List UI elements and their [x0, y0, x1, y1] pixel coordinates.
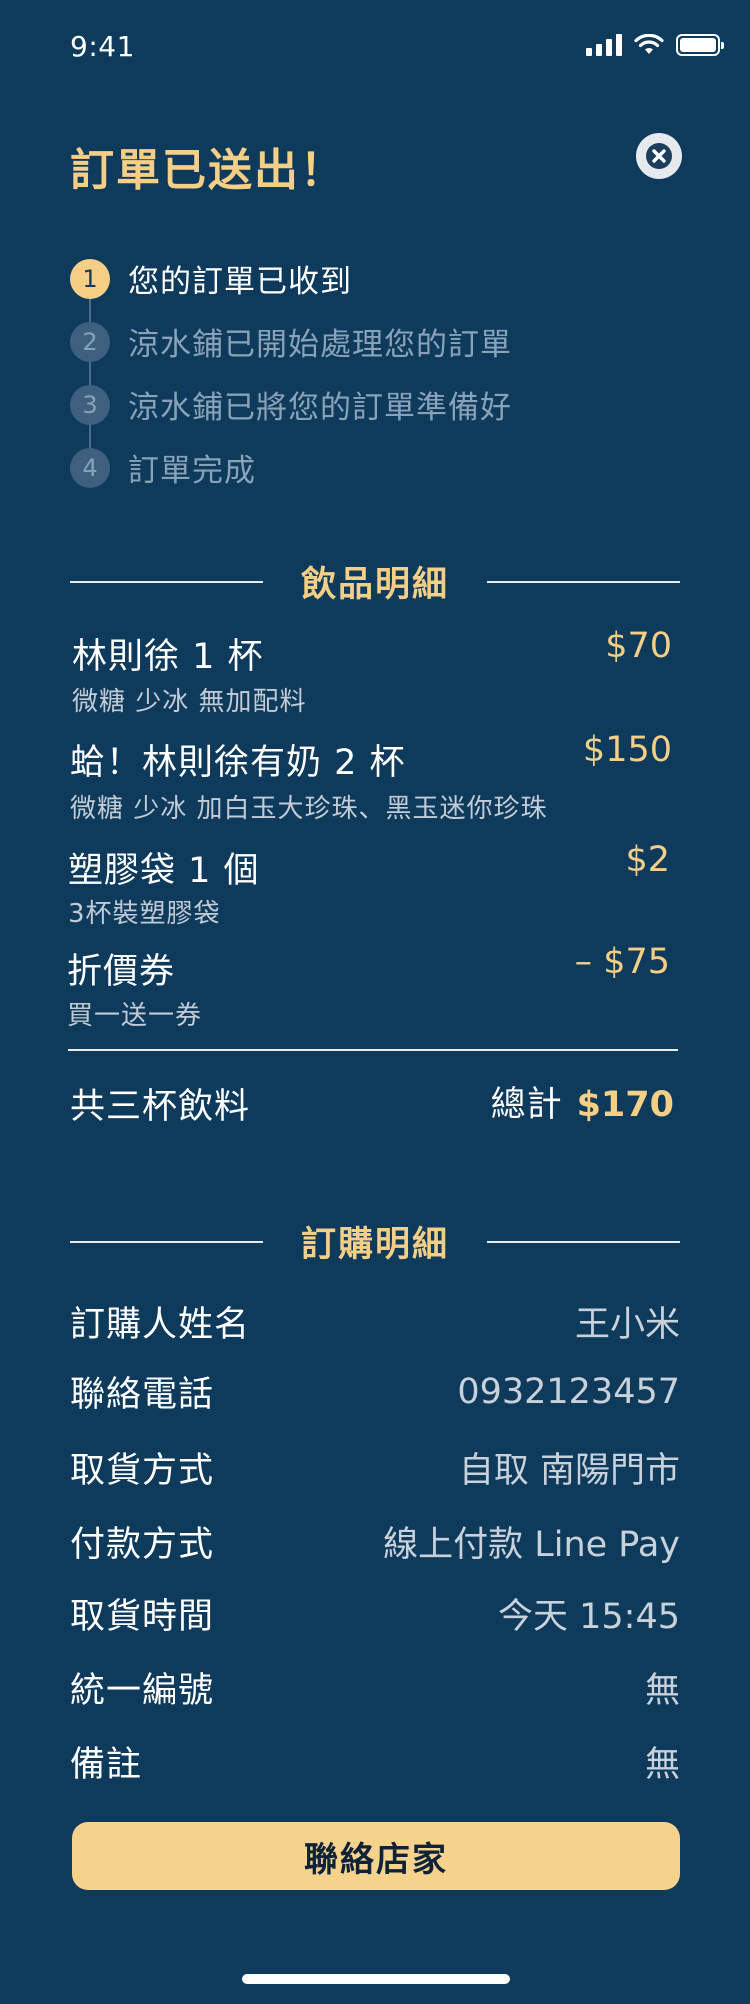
- item-desc: 微糖 少冰 加白玉大珍珠、黑玉迷你珍珠: [70, 794, 548, 824]
- info-label: 聯絡電話: [70, 1375, 215, 1415]
- info-label: 備註: [70, 1745, 143, 1785]
- item-desc: 3杯裝塑膠袋: [68, 899, 221, 929]
- info-row-phone: 聯絡電話 0932123457: [70, 1366, 680, 1417]
- info-label: 訂購人姓名: [70, 1305, 251, 1345]
- info-value: 線上付款 Line Pay: [383, 1525, 680, 1565]
- step-number: 4: [70, 447, 110, 488]
- info-value: 王小米: [574, 1305, 680, 1345]
- step-number: 3: [70, 384, 110, 425]
- info-row-pickup: 取貨方式 自取 南陽門市: [70, 1442, 680, 1493]
- info-row-tax-id: 統一編號 無: [70, 1662, 680, 1713]
- signal-icon: [586, 34, 622, 56]
- info-row-payment: 付款方式 線上付款 Line Pay: [70, 1516, 680, 1567]
- total-label: 總計: [490, 1085, 563, 1125]
- item-price: $150: [582, 730, 672, 770]
- steps-connector: [89, 275, 91, 465]
- status-time: 9:41: [70, 30, 135, 63]
- info-value: 0932123457: [457, 1371, 680, 1412]
- total: 總計 $170: [491, 1076, 674, 1127]
- info-row-name: 訂購人姓名 王小米: [70, 1296, 680, 1347]
- step-number: 2: [70, 321, 110, 362]
- step-label: 訂單完成: [128, 453, 256, 489]
- item-name: 塑膠袋 1 個: [68, 851, 260, 891]
- info-label: 統一編號: [70, 1671, 215, 1711]
- item-name: 蛤！林則徐有奶 2 杯: [70, 743, 406, 783]
- step-label: 涼水鋪已開始處理您的訂單: [128, 327, 512, 363]
- info-value: 無: [644, 1745, 680, 1785]
- total-amount: $170: [576, 1085, 674, 1125]
- item-desc: 微糖 少冰 無加配料: [72, 687, 307, 717]
- info-label: 取貨時間: [70, 1597, 215, 1637]
- home-indicator: [242, 1974, 510, 1984]
- item-price: $70: [605, 626, 672, 666]
- step-label: 您的訂單已收到: [128, 264, 352, 300]
- info-row-note: 備註 無: [70, 1736, 680, 1787]
- step-label: 涼水鋪已將您的訂單準備好: [128, 390, 512, 426]
- info-label: 付款方式: [70, 1525, 215, 1565]
- step-2: 2 涼水鋪已開始處理您的訂單: [70, 319, 512, 364]
- step-4: 4 訂單完成: [70, 445, 256, 490]
- item-desc: 買一送一券: [67, 1001, 203, 1031]
- contact-store-button[interactable]: 聯絡店家: [72, 1822, 680, 1890]
- info-value: 無: [644, 1671, 680, 1711]
- divider: [68, 1049, 678, 1051]
- item-name: 折價券: [67, 952, 176, 992]
- order-section-heading: 訂購明細: [70, 1216, 681, 1267]
- section-title: 訂購明細: [301, 1225, 450, 1265]
- info-value: 自取 南陽門市: [458, 1451, 680, 1491]
- step-1: 1 您的訂單已收到: [70, 256, 352, 301]
- info-value: 今天 15:45: [498, 1597, 680, 1637]
- close-icon: [646, 143, 672, 169]
- step-3: 3 涼水鋪已將您的訂單準備好: [70, 382, 512, 427]
- close-button[interactable]: [636, 133, 682, 179]
- page-title: 訂單已送出！: [70, 145, 346, 196]
- section-title: 飲品明細: [301, 565, 450, 605]
- item-price: – $75: [574, 942, 670, 982]
- status-icons: [586, 34, 724, 56]
- drinks-count-label: 共三杯飲料: [70, 1087, 251, 1127]
- step-number: 1: [70, 258, 110, 299]
- item-price: $2: [625, 840, 670, 880]
- info-label: 取貨方式: [70, 1451, 215, 1491]
- battery-icon: [676, 34, 724, 56]
- item-name: 林則徐 1 杯: [72, 637, 264, 677]
- drinks-section-heading: 飲品明細: [70, 556, 681, 607]
- wifi-icon: [634, 34, 664, 54]
- info-row-pickup-time: 取貨時間 今天 15:45: [70, 1588, 680, 1639]
